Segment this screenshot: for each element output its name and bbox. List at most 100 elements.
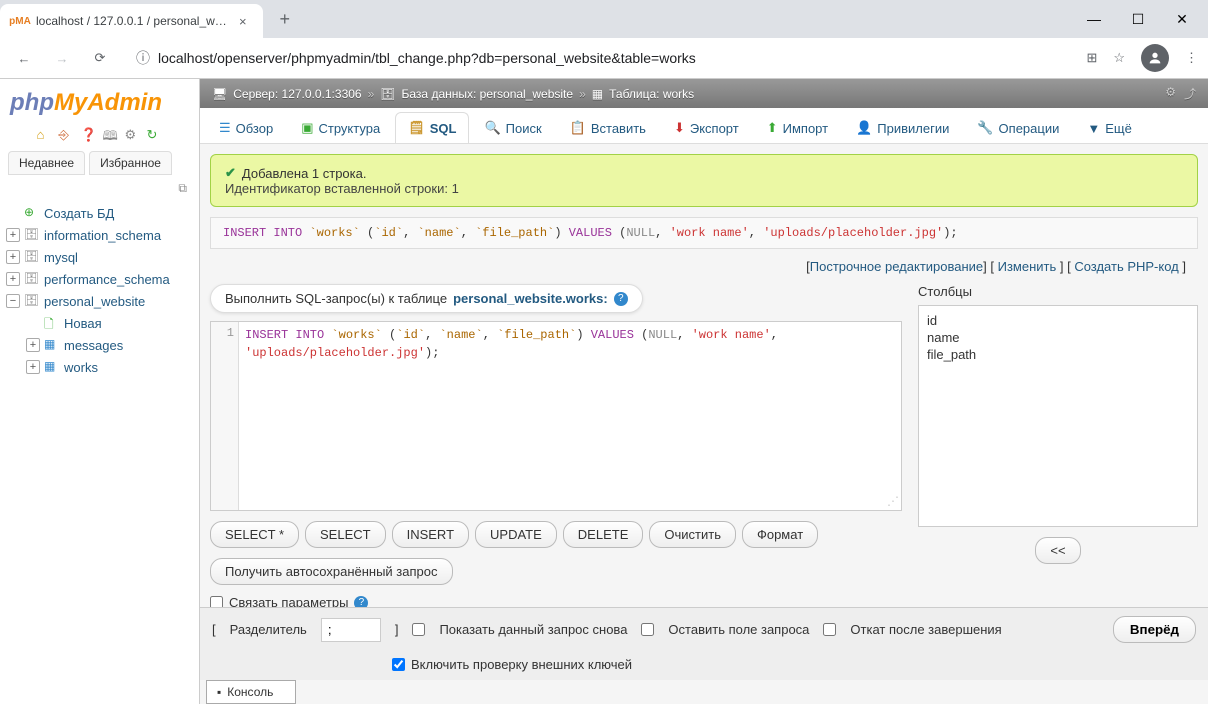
window-controls: — ☐ ✕ <box>1068 11 1208 28</box>
tab-title: localhost / 127.0.0.1 / personal_w… <box>36 14 227 28</box>
maximize-button[interactable]: ☐ <box>1128 11 1148 28</box>
browser-tab[interactable]: pMA localhost / 127.0.0.1 / personal_w… … <box>0 4 263 38</box>
console-toggle[interactable]: ▪ Консоль <box>206 680 296 704</box>
new-tab-button[interactable]: + <box>271 5 299 33</box>
columns-label: Столбцы <box>918 284 1198 299</box>
breadcrumb: 🖥 Сервер: 127.0.0.1:3306 » 🗄 База данных… <box>200 79 1208 108</box>
db-item[interactable]: + 🗄 information_schema <box>4 224 195 246</box>
tab-export[interactable]: ⬇Экспорт <box>661 112 752 143</box>
settings-icon[interactable]: ⚙ <box>125 127 141 143</box>
tab-browse[interactable]: ☰Обзор <box>206 112 286 143</box>
expand-icon[interactable]: + <box>6 228 20 242</box>
minimize-button[interactable]: — <box>1084 11 1104 28</box>
bind-params-checkbox[interactable] <box>210 596 223 607</box>
back-button[interactable]: ← <box>10 44 38 72</box>
db-item[interactable]: + 🗄 performance_schema <box>4 268 195 290</box>
up-icon[interactable]: ⤴ <box>1184 85 1196 102</box>
update-button[interactable]: UPDATE <box>475 521 557 548</box>
inline-edit-link[interactable]: Построчное редактирование <box>810 259 983 274</box>
delete-button[interactable]: DELETE <box>563 521 644 548</box>
table-icon: ▦ <box>44 337 60 353</box>
home-icon[interactable]: ⌂ <box>37 127 53 143</box>
gear-icon[interactable]: ⚙ <box>1165 85 1176 102</box>
rollback-checkbox[interactable] <box>823 623 836 636</box>
db-item-expanded[interactable]: − 🗄 personal_website <box>4 290 195 312</box>
translate-icon[interactable]: ⊞ <box>1086 50 1097 66</box>
help-icon[interactable]: ? <box>354 596 368 608</box>
breadcrumb-table[interactable]: Таблица: works <box>609 87 694 101</box>
close-window-button[interactable]: ✕ <box>1172 11 1192 28</box>
table-item[interactable]: + ▦ works <box>4 356 195 378</box>
new-table-item[interactable]: 🗋 Новая <box>4 312 195 334</box>
new-icon: 🗋 <box>44 315 60 331</box>
help-icon[interactable]: ? <box>614 292 628 306</box>
url-field[interactable]: ⓘ localhost/openserver/phpmyadmin/tbl_ch… <box>124 43 1076 73</box>
tab-import[interactable]: ⬆Импорт <box>754 112 841 143</box>
insert-column-button[interactable]: << <box>1035 537 1080 564</box>
nav-recent[interactable]: Недавнее <box>8 151 85 175</box>
breadcrumb-db[interactable]: База данных: personal_website <box>402 87 574 101</box>
exit-icon[interactable]: ⎆ <box>59 127 75 143</box>
star-icon[interactable]: ☆ <box>1113 50 1125 66</box>
select-star-button[interactable]: SELECT * <box>210 521 299 548</box>
user-avatar[interactable] <box>1141 44 1169 72</box>
format-button[interactable]: Формат <box>742 521 818 548</box>
main: 🖥 Сервер: 127.0.0.1:3306 » 🗄 База данных… <box>200 79 1208 704</box>
expand-icon[interactable]: + <box>6 250 20 264</box>
fk-check-checkbox[interactable] <box>392 658 405 671</box>
database-icon: 🗄 <box>24 227 40 243</box>
sql-editor[interactable]: 1 INSERT INTO `works` (`id`, `name`, `fi… <box>210 321 902 511</box>
insert-button[interactable]: INSERT <box>392 521 469 548</box>
forward-button[interactable]: → <box>48 44 76 72</box>
expand-icon[interactable]: + <box>26 338 40 352</box>
column-item[interactable]: id <box>927 312 1189 329</box>
create-db-item[interactable]: ⊕ Создать БД <box>4 202 195 224</box>
clear-button[interactable]: Очистить <box>649 521 736 548</box>
tab-insert[interactable]: 📋Вставить <box>557 112 659 143</box>
nav-favorites[interactable]: Избранное <box>89 151 172 175</box>
table-icon: ▦ <box>592 87 603 101</box>
tab-more[interactable]: ▼Ещё <box>1074 112 1144 143</box>
reload-icon[interactable]: ↻ <box>147 127 163 143</box>
action-links: [Построчное редактирование] [ Изменить ]… <box>210 255 1198 284</box>
tab-structure[interactable]: ▣Структура <box>288 112 393 143</box>
edit-link[interactable]: Изменить <box>998 259 1057 274</box>
database-icon: 🗄 <box>24 249 40 265</box>
collapse-icon[interactable]: − <box>6 294 20 308</box>
create-php-link[interactable]: Создать PHP-код <box>1074 259 1178 274</box>
keep-query-checkbox[interactable] <box>641 623 654 636</box>
reload-button[interactable]: ⟳ <box>86 44 114 72</box>
show-again-checkbox[interactable] <box>412 623 425 636</box>
select-button[interactable]: SELECT <box>305 521 386 548</box>
logo[interactable]: phpMyAdmin <box>0 83 199 123</box>
column-item[interactable]: name <box>927 329 1189 346</box>
delimiter-label: Разделитель <box>230 622 307 637</box>
docs-icon[interactable]: ❓ <box>81 127 97 143</box>
bind-params-label: Связать параметры <box>229 595 348 607</box>
db-item[interactable]: + 🗄 mysql <box>4 246 195 268</box>
tab-sql[interactable]: 🗒SQL <box>395 112 469 143</box>
resize-handle[interactable]: ⋰ <box>887 494 899 508</box>
autosave-button[interactable]: Получить автосохранённый запрос <box>210 558 453 585</box>
link-icon[interactable]: ⧉ <box>0 179 199 198</box>
submit-button[interactable]: Вперёд <box>1113 616 1196 643</box>
expand-icon[interactable]: + <box>26 360 40 374</box>
show-again-label: Показать данный запрос снова <box>439 622 627 637</box>
tab-operations[interactable]: 🔧Операции <box>964 112 1072 143</box>
sql-doc-icon[interactable]: 🕮 <box>103 127 119 143</box>
tab-search[interactable]: 🔍Поиск <box>471 112 554 143</box>
breadcrumb-server[interactable]: Сервер: 127.0.0.1:3306 <box>233 87 361 101</box>
menu-icon[interactable]: ⋮ <box>1185 50 1198 66</box>
editor-text[interactable]: INSERT INTO `works` (`id`, `name`, `file… <box>239 322 901 510</box>
expand-icon[interactable]: + <box>6 272 20 286</box>
tab-privileges[interactable]: 👤Привилегии <box>843 112 962 143</box>
delimiter-input[interactable] <box>321 618 381 642</box>
close-icon[interactable]: × <box>235 13 251 29</box>
columns-list[interactable]: id name file_path <box>918 305 1198 527</box>
column-item[interactable]: file_path <box>927 346 1189 363</box>
footer-bar: [ Разделитель ] Показать данный запрос с… <box>200 607 1208 680</box>
database-icon: 🗄 <box>24 293 40 309</box>
table-item[interactable]: + ▦ messages <box>4 334 195 356</box>
bind-params-row: Связать параметры ? <box>210 595 902 607</box>
info-icon: ⓘ <box>136 48 150 68</box>
